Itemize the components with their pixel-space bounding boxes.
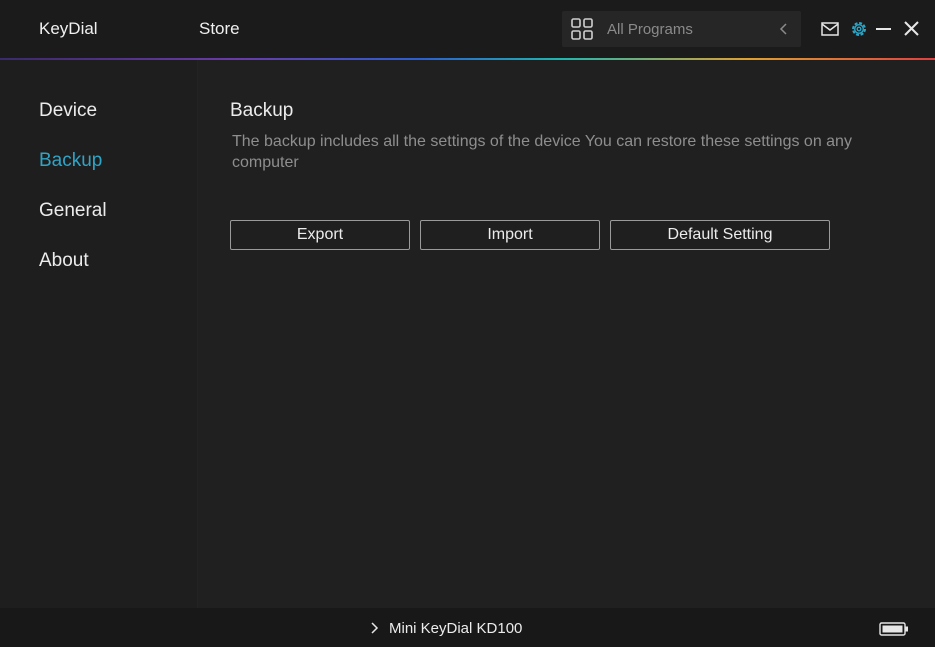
gear-icon[interactable] [849,19,869,39]
backup-description: The backup includes all the settings of … [232,133,852,171]
close-icon[interactable] [902,19,922,39]
default-setting-button[interactable]: Default Setting [610,220,830,250]
minimize-icon[interactable] [874,19,894,39]
grid-icon [571,18,593,40]
import-button[interactable]: Import [420,220,600,250]
sidebar-item-device[interactable]: Device [39,100,97,122]
app-brand: KeyDial [39,19,98,38]
sidebar-item-backup[interactable]: Backup [39,150,102,172]
mail-icon[interactable] [820,19,840,39]
program-select[interactable]: All Programs [562,11,801,47]
chevron-right-icon[interactable] [369,621,379,635]
device-name[interactable]: Mini KeyDial KD100 [389,620,522,637]
page-title: Backup [230,100,294,121]
chevron-left-icon [779,23,787,35]
sidebar: Device Backup General About [0,60,198,608]
sidebar-item-general[interactable]: General [39,200,107,222]
title-bar: KeyDial Store All Programs [0,0,935,58]
sidebar-item-about[interactable]: About [39,250,89,272]
program-select-label: All Programs [607,21,693,38]
app-window: KeyDial Store All Programs Device Backup… [0,0,935,647]
store-tab[interactable]: Store [199,19,240,39]
battery-icon [879,622,908,636]
export-button[interactable]: Export [230,220,410,250]
main-panel: Backup The backup includes all the setti… [199,60,935,608]
status-bar: Mini KeyDial KD100 [0,608,935,647]
